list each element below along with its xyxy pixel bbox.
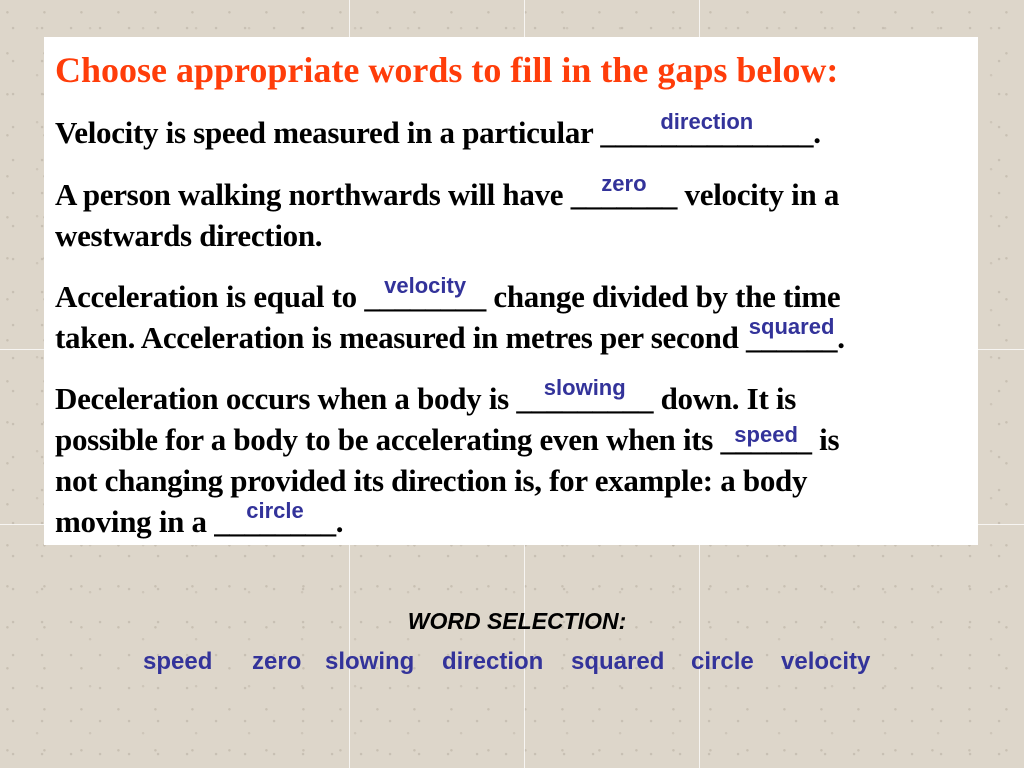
word-option[interactable]: zero: [252, 648, 301, 676]
gap-7[interactable]: ________ circle: [214, 498, 336, 540]
sentence-text: velocity in a: [677, 177, 840, 212]
sentence-3: Acceleration is equal to ________ velocit…: [55, 273, 841, 315]
exercise-panel: Choose appropriate words to fill in the …: [44, 37, 978, 545]
word-option[interactable]: speed: [143, 648, 212, 676]
sentence-text: A person walking northwards will have: [55, 177, 571, 212]
answer-text: direction: [660, 109, 754, 134]
exercise-title: Choose appropriate words to fill in the …: [55, 50, 839, 90]
word-option[interactable]: slowing: [325, 648, 414, 676]
word-option[interactable]: squared: [571, 648, 664, 676]
word-option[interactable]: direction: [442, 648, 543, 676]
word-option[interactable]: circle: [691, 648, 754, 676]
sentence-text: .: [837, 320, 845, 355]
sentence-1: Velocity is speed measured in a particul…: [55, 109, 821, 151]
sentence-text: possible for a body to be accelerating e…: [55, 422, 721, 457]
gap-1[interactable]: ______________ direction: [600, 109, 813, 151]
word-option[interactable]: velocity: [781, 648, 870, 676]
sentence-text: is: [811, 422, 840, 457]
answer-text: speed: [734, 422, 798, 447]
sentence-4-line-2: possible for a body to be accelerating e…: [55, 422, 840, 458]
sentence-text: taken. Acceleration is measured in metre…: [55, 320, 746, 355]
sentence-text: Acceleration is equal to: [55, 279, 365, 314]
answer-text: circle: [246, 498, 304, 523]
gap-5[interactable]: _________ slowing: [516, 375, 653, 417]
gap-6[interactable]: ______ speed: [721, 422, 813, 458]
answer-text: velocity: [384, 273, 467, 298]
word-selection-title: WORD SELECTION:: [407, 608, 627, 634]
sentence-2-line-2: westwards direction.: [55, 218, 323, 253]
gap-4[interactable]: ______ squared: [746, 314, 838, 356]
sentence-text: Velocity is speed measured in a particul…: [55, 115, 601, 150]
sentence-4-line-4: moving in a ________ circle.: [55, 498, 344, 540]
gap-3[interactable]: ________ velocity: [364, 273, 486, 315]
sentence-text: change divided by the time: [485, 279, 841, 314]
answer-text: squared: [748, 314, 835, 339]
sentence-text: moving in a: [55, 504, 215, 539]
answer-text: zero: [601, 171, 647, 196]
sentence-4-line-3: not changing provided its direction is, …: [55, 463, 808, 498]
sentence-2: A person walking northwards will have __…: [55, 171, 840, 213]
gap-2[interactable]: _______ zero: [571, 171, 678, 213]
sentence-text: .: [813, 115, 821, 150]
sentence-text: Deceleration occurs when a body is: [55, 381, 517, 416]
sentence-text: .: [335, 504, 344, 539]
sentence-4: Deceleration occurs when a body is _____…: [55, 375, 797, 417]
answer-text: slowing: [543, 375, 626, 400]
sentence-text: down. It is: [653, 381, 797, 416]
sentence-3-line-2: taken. Acceleration is measured in metre…: [55, 314, 845, 356]
